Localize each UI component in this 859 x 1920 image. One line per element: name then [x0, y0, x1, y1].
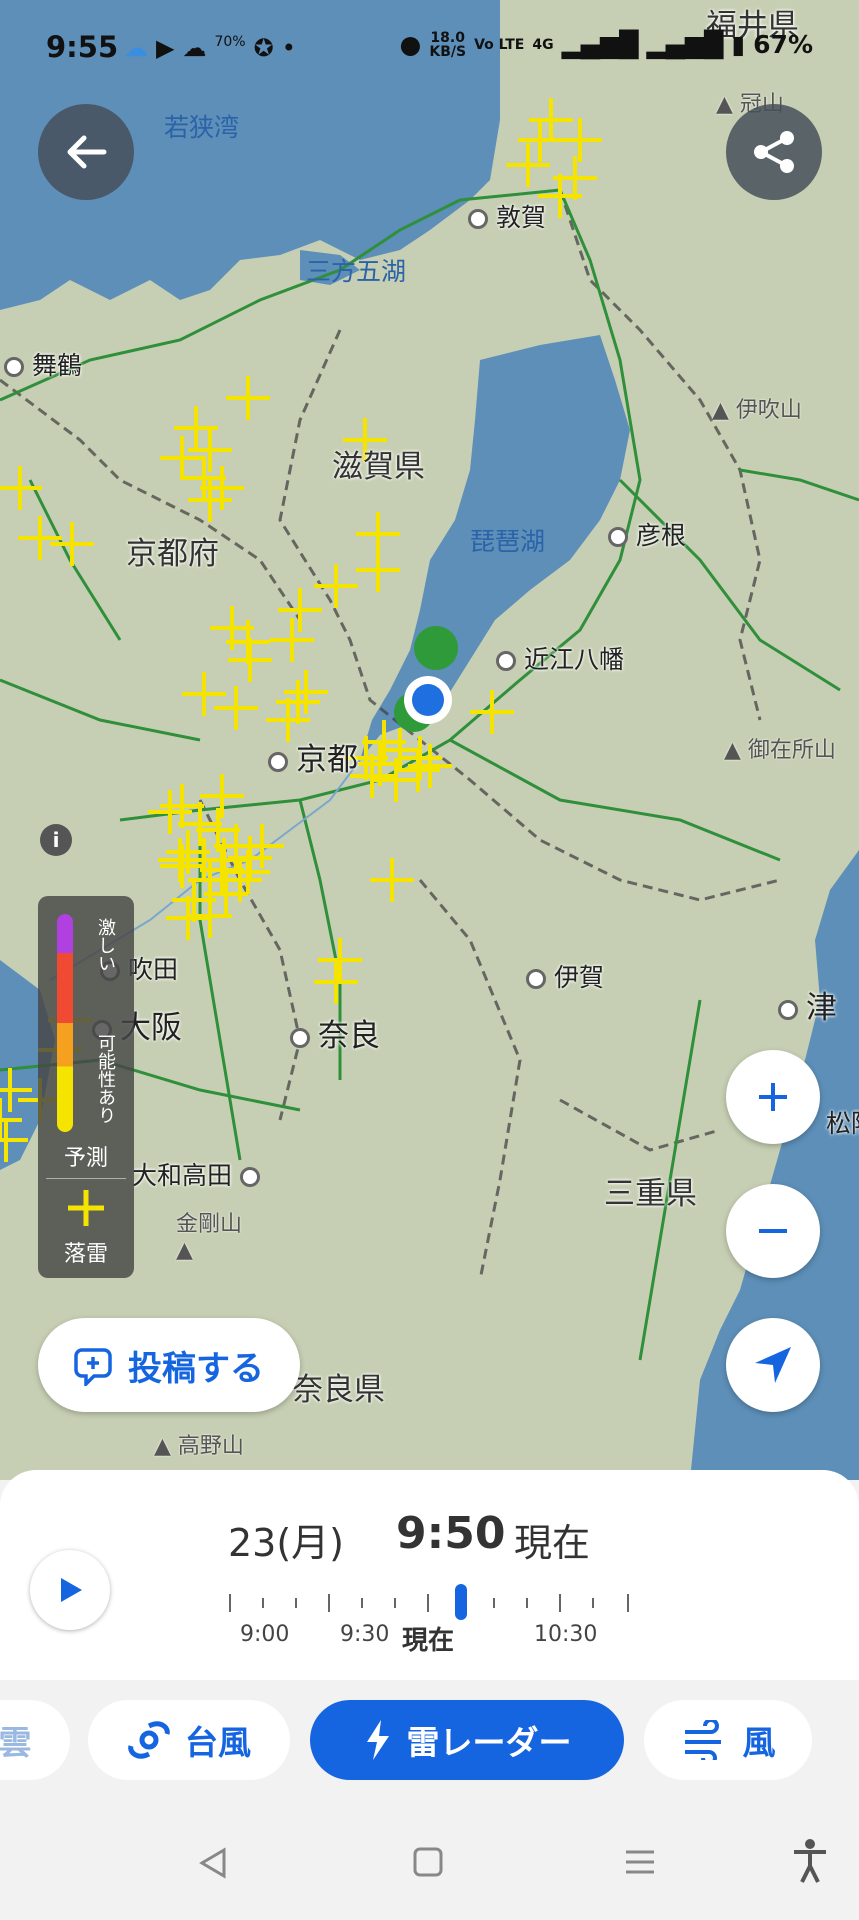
water-label: 若狭湾 [164, 113, 240, 142]
typhoon-icon [128, 1721, 170, 1759]
status-right: ● 18.0 KB/S Vo LTE 4G ▂▄▆█ ▂▄▆█ ▮ 67% [400, 30, 813, 59]
play-button[interactable] [30, 1550, 110, 1630]
tab-label: 風 [742, 1723, 776, 1762]
wind-icon [684, 1720, 721, 1760]
zoom-in-button[interactable] [726, 1050, 820, 1144]
city-label: 京都 [268, 734, 358, 779]
radar-legend: 激しい 可能性あり 予測 落雷 [38, 896, 134, 1278]
nav-menu-icon[interactable] [624, 1846, 656, 1878]
tab-typhoon[interactable]: 台風 [88, 1700, 290, 1780]
mountain-label: 金剛山 ▲ [176, 1212, 243, 1263]
youtube-icon: ▶ [156, 34, 175, 62]
share-icon [754, 131, 794, 173]
accessibility-icon[interactable] [790, 1838, 830, 1884]
lightning-strike-icon [68, 1190, 104, 1226]
legend-heavy-label: 激しい [95, 918, 116, 972]
location-icon: ● [399, 30, 422, 59]
timeline-time: 9:50 [396, 1508, 506, 1559]
tab-label: 台風 [185, 1723, 251, 1762]
timeline-tick-label: 9:30 [340, 1622, 390, 1647]
city-label: 津 [778, 982, 837, 1027]
water-label: 三方五湖 [306, 257, 407, 286]
minus-icon [759, 1229, 787, 1233]
tab-label: 雷レーダー [406, 1723, 572, 1762]
prefecture-label: 滋賀県 [332, 449, 425, 485]
navigation-arrow-icon [755, 1347, 791, 1383]
my-location-button[interactable] [726, 1318, 820, 1412]
timeline-tick-label: 9:00 [240, 1622, 290, 1647]
legend-lightning-label: 落雷 [63, 1242, 108, 1267]
timeline-date: 23(月) [228, 1521, 345, 1565]
signal-icon: ▂▄▆█ [561, 30, 639, 59]
timeline-panel: 23(月) 9:50 現在 9:00 9:30 現在 10:30 [0, 1470, 859, 1680]
legend-possible-label: 可能性あり [95, 1034, 116, 1124]
layer-tabs: 雲 台風 雷レーダー 風 [0, 1680, 859, 1798]
system-nav-bar [0, 1798, 859, 1920]
zoom-out-button[interactable] [726, 1184, 820, 1278]
city-label: 敦賀 [468, 198, 546, 234]
timeline-now-label: 現在 [514, 1521, 591, 1565]
post-button-label: 投稿する [128, 1348, 264, 1389]
status-time: 9:55 [46, 30, 119, 64]
weather-alert-icon: 70% [214, 34, 246, 50]
city-label: 松阪 [826, 1109, 859, 1138]
arrow-left-icon [67, 135, 107, 169]
nav-home-icon[interactable] [412, 1846, 444, 1878]
mountain-label: ▲ 高野山 [154, 1434, 244, 1459]
city-label: 大和高田 [132, 1156, 268, 1192]
city-label: 彦根 [608, 516, 686, 552]
play-icon [61, 1578, 82, 1602]
city-label: 奈良 [290, 1010, 380, 1055]
prefecture-label: 三重県 [604, 1176, 697, 1212]
mountain-label: ▲ 伊吹山 [712, 398, 802, 423]
prefecture-label: 奈良県 [292, 1372, 385, 1408]
city-label: 近江八幡 [496, 640, 624, 676]
badge-icon: ✪ [253, 34, 274, 62]
intensity-color-bar [57, 914, 73, 1132]
water-label: 琵琶湖 [470, 527, 546, 556]
signal-icon-2: ▂▄▆█ [646, 30, 724, 59]
tab-lightning-radar[interactable]: 雷レーダー [310, 1700, 624, 1780]
mountain-label: ▲ 御在所山 [724, 738, 836, 763]
dot-icon: • [281, 34, 296, 62]
battery-level: 67% [753, 30, 813, 59]
post-button[interactable]: 投稿する [38, 1318, 300, 1412]
cloud-icon: ☁ [182, 34, 207, 62]
tab-cloud[interactable]: 雲 [0, 1700, 70, 1780]
back-button[interactable] [38, 104, 134, 200]
net-unit: KB/S [429, 43, 467, 60]
plus-icon [759, 1083, 787, 1111]
net-type: Vo LTE [474, 36, 525, 53]
timeline-tick-label: 現在 [402, 1626, 455, 1656]
post-bubble-icon [74, 1348, 112, 1386]
signal-type: 4G [532, 36, 554, 53]
prefecture-label: 京都府 [126, 536, 219, 572]
status-bar: 9:55 ☁ ▶ ☁ 70% ✪ • ● 18.0 KB/S Vo LTE 4G … [0, 0, 859, 100]
share-button[interactable] [726, 104, 822, 200]
legend-forecast-label: 予測 [63, 1146, 108, 1171]
tab-label: 雲 [0, 1723, 32, 1762]
timeline-handle [455, 1584, 467, 1620]
city-label: 伊賀 [526, 958, 604, 994]
city-label: 舞鶴 [4, 346, 82, 382]
tab-wind[interactable]: 風 [644, 1700, 812, 1780]
notification-icons: ☁ ▶ ☁ 70% ✪ • [124, 34, 296, 62]
timeline-tick-label: 10:30 [534, 1622, 598, 1647]
info-icon[interactable]: i [40, 824, 72, 856]
battery-icon: ▮ [731, 30, 746, 59]
timeline-slider[interactable] [228, 1582, 632, 1622]
lightning-bolt-icon [366, 1720, 389, 1760]
weather-icon: ☁ [124, 34, 148, 62]
nav-back-icon[interactable] [196, 1846, 230, 1880]
